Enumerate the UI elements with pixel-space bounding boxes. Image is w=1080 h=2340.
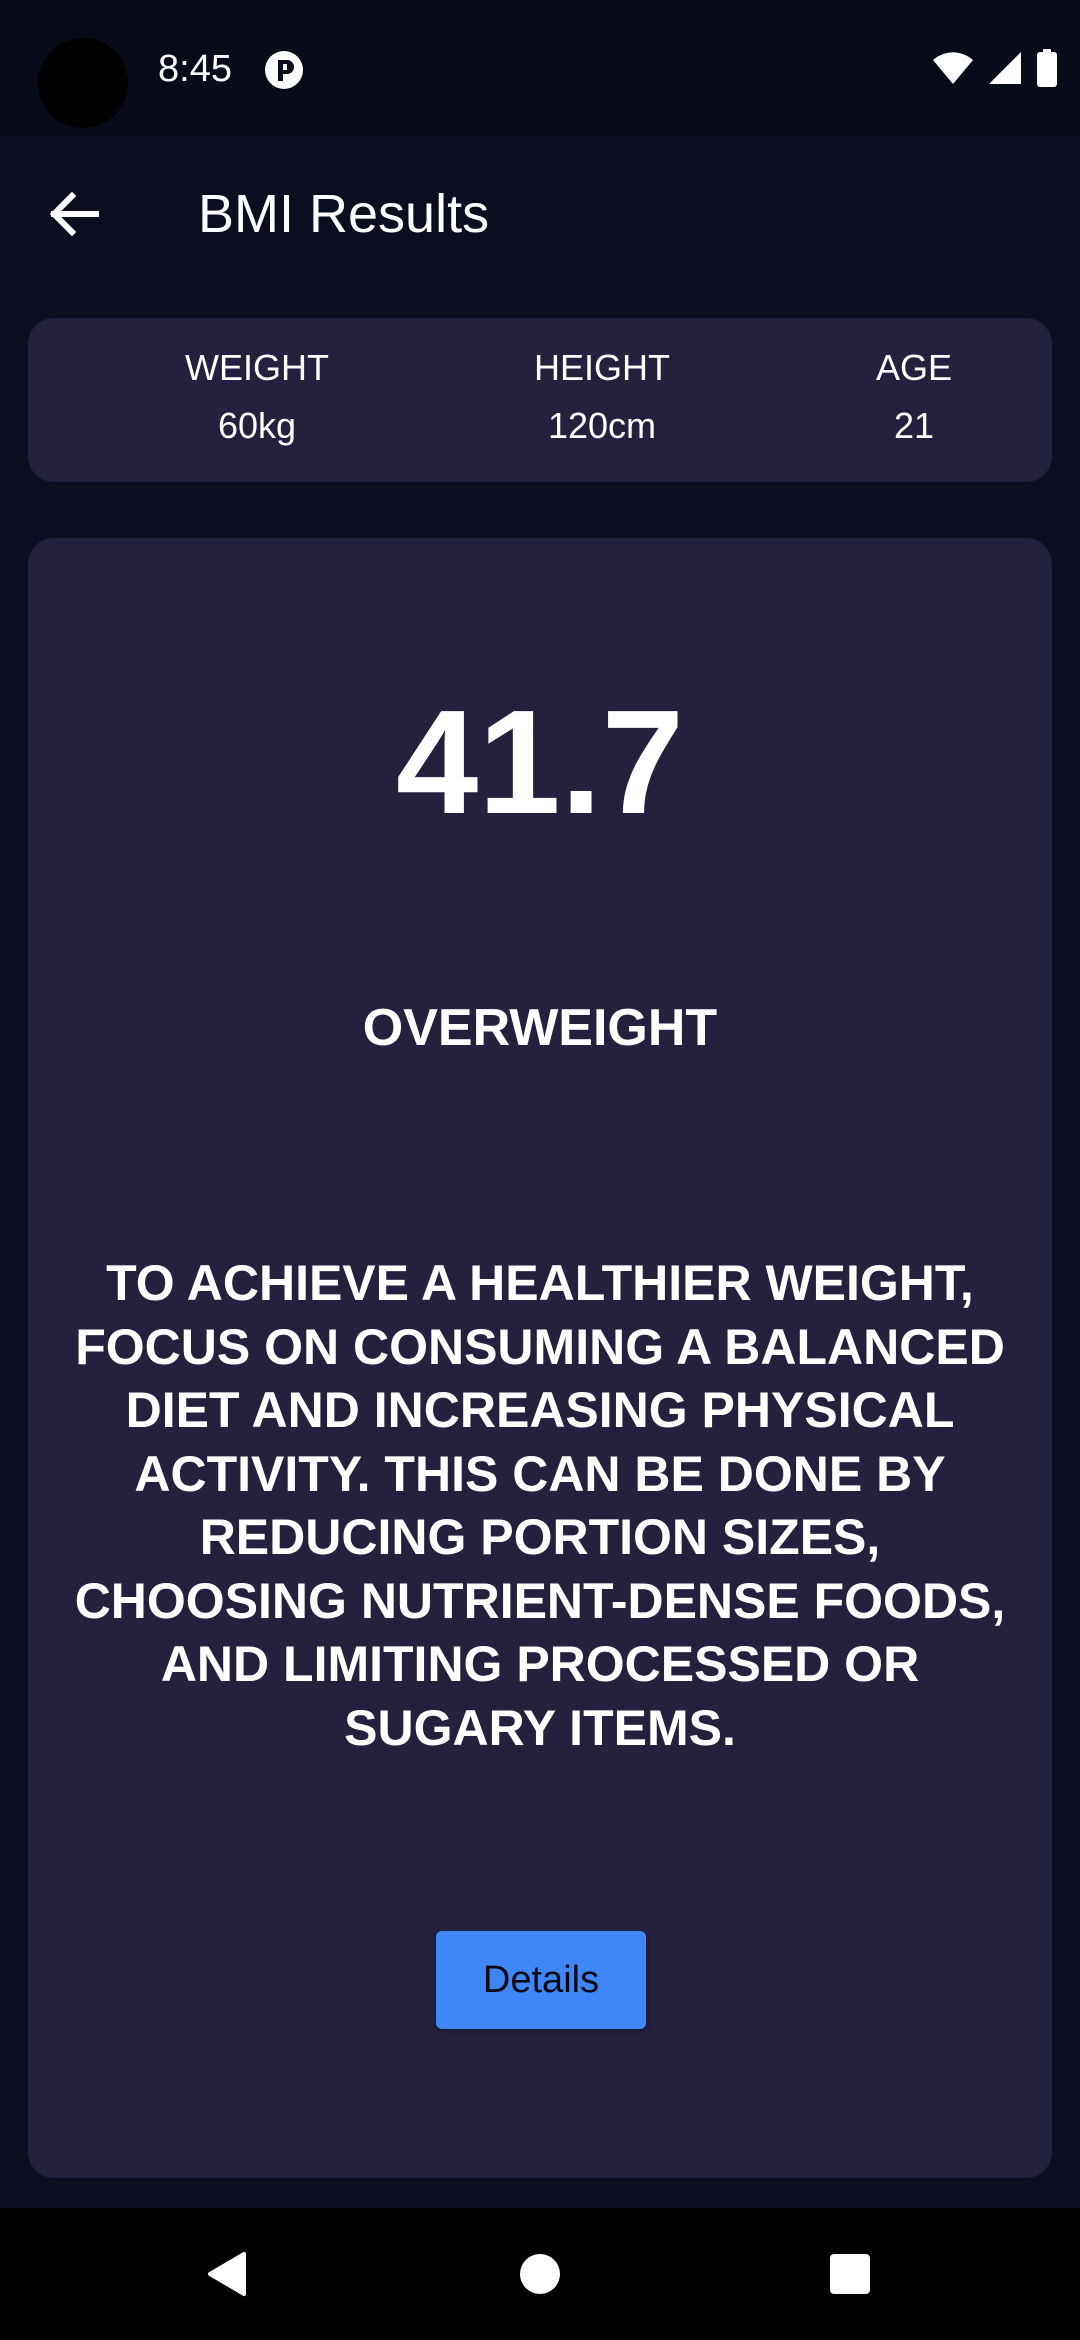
nav-home-button[interactable] xyxy=(510,2244,570,2304)
status-bar: 8:45 xyxy=(0,0,1080,136)
advice-line: CHOOSING NUTRIENT-DENSE FOODS, xyxy=(74,1572,1006,1629)
bmi-value: 41.7 xyxy=(395,680,685,845)
nav-recents-button[interactable] xyxy=(820,2244,880,2304)
advice-text: TO ACHIEVE A HEALTHIER WEIGHT, FOCUS ON … xyxy=(50,1252,1030,1760)
app-bar: BMI Results xyxy=(0,136,1080,292)
cellular-signal-icon xyxy=(989,52,1021,84)
back-button[interactable] xyxy=(38,182,110,246)
weight-value: 60kg xyxy=(217,405,297,446)
age-label: AGE xyxy=(875,347,953,388)
notification-app-icon xyxy=(265,51,303,89)
advice-line: AND LIMITING PROCESSED OR xyxy=(160,1636,920,1692)
advice-line: ACTIVITY. THIS CAN BE DONE BY xyxy=(134,1445,946,1502)
camera-cutout xyxy=(38,38,128,128)
age-value: 21 xyxy=(893,405,935,446)
age-stat: AGE 21 xyxy=(784,346,1044,448)
home-circle-icon xyxy=(520,2254,560,2294)
nav-back-button[interactable] xyxy=(196,2244,256,2304)
stats-card: WEIGHT 60kg HEIGHT 120cm AGE 21 xyxy=(28,318,1052,482)
wifi-icon xyxy=(933,52,973,84)
weight-label: WEIGHT xyxy=(185,347,329,388)
height-value: 120cm xyxy=(547,405,657,446)
height-stat: HEIGHT 120cm xyxy=(472,346,732,448)
details-button[interactable]: Details xyxy=(436,1931,646,2029)
page-title: BMI Results xyxy=(198,184,490,244)
status-icons xyxy=(932,48,1058,88)
weight-stat: WEIGHT 60kg xyxy=(127,346,387,448)
status-time: 8:45 xyxy=(158,48,232,90)
battery-icon xyxy=(1037,49,1057,87)
advice-line: FOCUS ON CONSUMING A BALANCED xyxy=(75,1318,1005,1375)
system-nav-bar xyxy=(0,2208,1080,2340)
back-triangle-icon xyxy=(208,2252,246,2296)
arrow-left-icon xyxy=(49,192,99,236)
bmi-category: OVERWEIGHT xyxy=(362,999,718,1057)
height-label: HEIGHT xyxy=(533,347,670,388)
advice-line: REDUCING PORTION SIZES, xyxy=(199,1509,881,1565)
result-card: 41.7 OVERWEIGHT TO ACHIEVE A HEALTHIER W… xyxy=(28,538,1052,2178)
advice-line: DIET AND INCREASING PHYSICAL xyxy=(125,1382,955,1438)
advice-line: TO ACHIEVE A HEALTHIER WEIGHT, xyxy=(106,1255,974,1311)
advice-line: SUGARY ITEMS. xyxy=(344,1699,736,1756)
recents-square-icon xyxy=(830,2254,870,2294)
